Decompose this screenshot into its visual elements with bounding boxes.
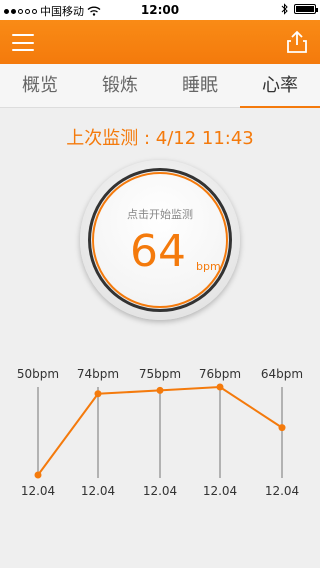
chart-point bbox=[94, 390, 102, 398]
heart-rate-value: 64 bbox=[130, 226, 186, 277]
chart-x-tick-label: 12.04 bbox=[143, 484, 177, 498]
chart-point-label: 64bpm bbox=[261, 367, 303, 381]
monitor-hint: 点击开始监测 bbox=[127, 208, 193, 221]
status-bar: 中国移动 12:00 bbox=[0, 0, 320, 20]
chart-point-label: 76bpm bbox=[199, 367, 241, 381]
chart-point bbox=[216, 383, 224, 391]
status-time: 12:00 bbox=[140, 3, 180, 17]
chart-point bbox=[34, 471, 42, 479]
tab-heart-rate[interactable]: 心率 bbox=[240, 64, 320, 108]
chart-x-tick-label: 12.04 bbox=[265, 484, 299, 498]
heart-rate-unit: bpm bbox=[196, 260, 221, 273]
chart-point-label: 74bpm bbox=[77, 367, 119, 381]
tab-bar: 概览 锻炼 睡眠 心率 bbox=[0, 64, 320, 108]
tab-overview[interactable]: 概览 bbox=[0, 64, 80, 107]
bluetooth-icon bbox=[281, 3, 288, 15]
chart-x-tick-label: 12.04 bbox=[81, 484, 115, 498]
share-icon[interactable] bbox=[286, 30, 308, 54]
battery-icon bbox=[294, 4, 318, 14]
start-monitor-button[interactable]: 点击开始监测 64 bpm bbox=[80, 160, 240, 320]
chart-x-tick-label: 12.04 bbox=[21, 484, 55, 498]
chart-point bbox=[278, 424, 286, 432]
app-header bbox=[0, 20, 320, 64]
heart-rate-chart: 50bpm 12.04 74bpm 12.04 75bpm 12.04 76bpm 12.04… bbox=[17, 367, 303, 498]
chart-x-tick-label: 12.04 bbox=[203, 484, 237, 498]
tab-sleep[interactable]: 睡眠 bbox=[160, 64, 240, 107]
tab-exercise[interactable]: 锻炼 bbox=[80, 64, 160, 107]
last-check-text: 上次监测 : 4/12 11:43 bbox=[66, 128, 254, 149]
chart-point bbox=[156, 386, 164, 394]
chart-point-label: 50bpm bbox=[17, 367, 59, 381]
chart-point-label: 75bpm bbox=[139, 367, 181, 381]
menu-icon[interactable] bbox=[12, 34, 34, 51]
